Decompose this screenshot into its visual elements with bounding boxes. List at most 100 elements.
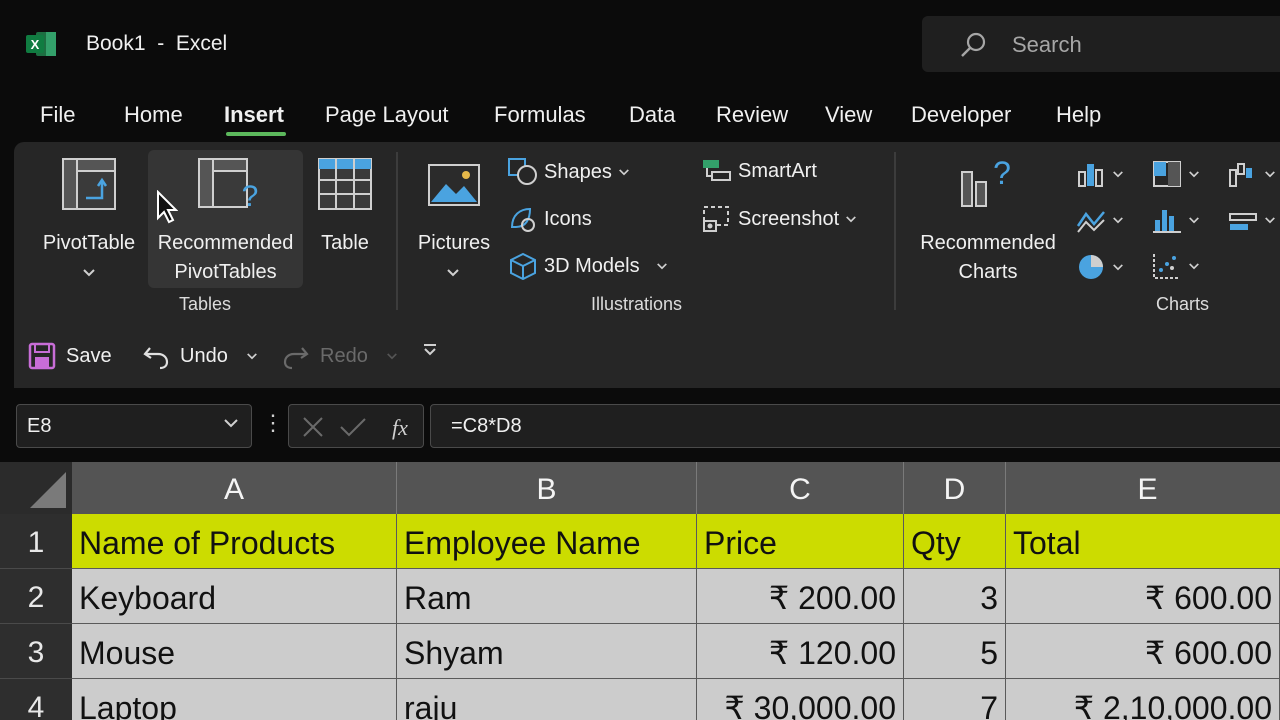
excel-logo-icon: X xyxy=(26,32,56,56)
cell-e1[interactable]: Total xyxy=(1006,514,1280,569)
tab-data[interactable]: Data xyxy=(629,102,675,128)
pictures-button[interactable]: Pictures xyxy=(412,154,496,284)
tab-home[interactable]: Home xyxy=(124,102,183,128)
pie-chart-button[interactable] xyxy=(1076,252,1124,282)
tab-page-layout[interactable]: Page Layout xyxy=(325,102,449,128)
combo-chart-button[interactable] xyxy=(1228,206,1276,234)
title-bar: X Book1 - Excel Search xyxy=(0,0,1280,88)
cell-a1[interactable]: Name of Products xyxy=(72,514,397,569)
column-header-c[interactable]: C xyxy=(697,462,904,514)
cell-a4[interactable]: Laptop xyxy=(72,679,397,720)
row-header[interactable]: 2 xyxy=(0,569,72,624)
smartart-label: SmartArt xyxy=(738,159,817,182)
row-header[interactable]: 1 xyxy=(0,514,72,569)
table-icon xyxy=(318,158,372,210)
cell-d2[interactable]: 3 xyxy=(904,569,1006,624)
cell-d1[interactable]: Qty xyxy=(904,514,1006,569)
chevron-down-icon xyxy=(1113,263,1123,270)
save-button[interactable]: Save xyxy=(28,342,112,370)
insert-function-icon[interactable]: fx xyxy=(385,413,415,441)
customize-qat-button[interactable] xyxy=(422,342,438,358)
3d-models-button[interactable]: 3D Models xyxy=(508,252,668,280)
name-box-value: E8 xyxy=(27,415,52,437)
group-label-charts: Charts xyxy=(1156,294,1210,314)
cell-e3[interactable]: ₹ 600.00 xyxy=(1006,624,1280,679)
cell-c4[interactable]: ₹ 30,000.00 xyxy=(697,679,904,720)
quick-access-toolbar: Save Undo Redo xyxy=(14,322,1280,388)
cell-d3[interactable]: 5 xyxy=(904,624,1006,679)
cell-a2[interactable]: Keyboard xyxy=(72,569,397,624)
recommended-pivottables-label-1: Recommended xyxy=(157,232,294,254)
cancel-icon[interactable] xyxy=(301,415,325,439)
customize-icon xyxy=(424,344,436,356)
row-header[interactable]: 3 xyxy=(0,624,72,679)
table-button[interactable]: Table xyxy=(310,154,380,264)
column-header-d[interactable]: D xyxy=(904,462,1006,514)
shapes-button[interactable]: Shapes xyxy=(508,158,630,186)
tab-review[interactable]: Review xyxy=(716,102,788,128)
cell-d4[interactable]: 7 xyxy=(904,679,1006,720)
select-all-corner[interactable] xyxy=(0,462,72,514)
hierarchy-chart-button[interactable] xyxy=(1152,160,1200,188)
tab-insert[interactable]: Insert xyxy=(224,102,284,128)
smartart-icon xyxy=(703,160,731,181)
cell-b3[interactable]: Shyam xyxy=(397,624,697,679)
tab-view[interactable]: View xyxy=(825,102,872,128)
recommended-charts-label-1: Recommended xyxy=(920,232,1056,254)
cell-a3[interactable]: Mouse xyxy=(72,624,397,679)
window-title: Book1 - Excel xyxy=(86,32,228,55)
screenshot-icon xyxy=(703,206,729,232)
recommended-pivottables-label-2: PivotTables xyxy=(174,261,277,283)
formula-input[interactable]: =C8*D8 xyxy=(430,404,1280,448)
search-input[interactable]: Search xyxy=(922,16,1280,72)
pivottable-label: PivotTable xyxy=(42,232,136,254)
screenshot-button[interactable]: Screenshot xyxy=(702,205,857,233)
line-chart-button[interactable] xyxy=(1076,206,1124,234)
scatter-chart-icon xyxy=(1153,254,1180,279)
recommended-pivottables-icon: ? xyxy=(198,158,258,210)
cell-b1[interactable]: Employee Name xyxy=(397,514,697,569)
tab-developer[interactable]: Developer xyxy=(911,102,1011,128)
row-header[interactable]: 4 xyxy=(0,679,72,720)
column-chart-icon xyxy=(1078,164,1103,187)
search-icon xyxy=(961,32,986,57)
name-box[interactable]: E8 xyxy=(16,404,252,448)
column-header-e[interactable]: E xyxy=(1006,462,1280,514)
cell-e2[interactable]: ₹ 600.00 xyxy=(1006,569,1280,624)
chevron-down-icon xyxy=(447,269,459,277)
scatter-chart-button[interactable] xyxy=(1152,252,1200,280)
cell-b4[interactable]: raju xyxy=(397,679,697,720)
tab-help[interactable]: Help xyxy=(1056,102,1101,128)
icons-button[interactable]: Icons xyxy=(508,205,592,233)
waterfall-chart-button[interactable] xyxy=(1228,160,1276,188)
column-header-a[interactable]: A xyxy=(72,462,397,514)
chevron-down-icon xyxy=(1189,262,1199,269)
pivottable-icon xyxy=(62,158,116,210)
combo-chart-icon xyxy=(1229,213,1257,230)
line-chart-icon xyxy=(1076,211,1105,233)
recommended-charts-button[interactable]: ? Recommended Charts xyxy=(910,154,1066,284)
redo-button[interactable]: Redo xyxy=(282,342,398,370)
group-label-illustrations: Illustrations xyxy=(591,294,683,314)
chevron-down-icon xyxy=(386,352,397,359)
tab-formulas[interactable]: Formulas xyxy=(494,102,586,128)
cell-c2[interactable]: ₹ 200.00 xyxy=(697,569,904,624)
3d-models-label: 3D Models xyxy=(544,254,640,277)
cell-e4[interactable]: ₹ 2,10,000.00 xyxy=(1006,679,1280,720)
enter-icon[interactable] xyxy=(339,415,367,439)
column-chart-button[interactable] xyxy=(1076,160,1124,188)
statistic-chart-icon xyxy=(1153,210,1181,233)
column-header-b[interactable]: B xyxy=(397,462,697,514)
group-divider xyxy=(396,152,398,310)
chevron-down-icon[interactable] xyxy=(221,413,241,433)
statistic-chart-button[interactable] xyxy=(1152,206,1200,234)
undo-button[interactable]: Undo xyxy=(142,342,258,370)
smartart-button[interactable]: SmartArt xyxy=(702,158,817,184)
cell-c1[interactable]: Price xyxy=(697,514,904,569)
cell-b2[interactable]: Ram xyxy=(397,569,697,624)
pivottable-button[interactable]: PivotTable xyxy=(34,154,144,284)
tab-file[interactable]: File xyxy=(40,102,75,128)
cell-c3[interactable]: ₹ 120.00 xyxy=(697,624,904,679)
more-options-icon[interactable]: ⋮ xyxy=(262,410,284,436)
select-all-icon xyxy=(30,472,66,508)
